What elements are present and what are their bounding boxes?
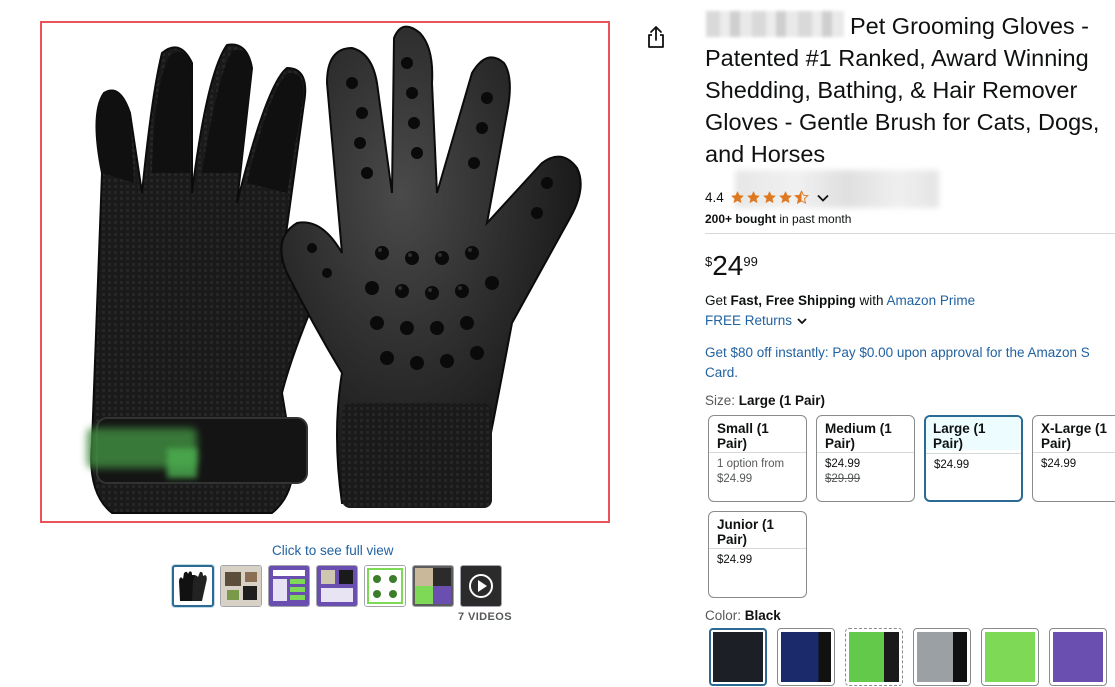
size-label: Size: Large (1 Pair) (705, 393, 825, 408)
size-option-name: Medium (1 Pair) (825, 421, 892, 451)
size-option-medium[interactable]: Medium (1 Pair) $24.99 $29.99 (816, 415, 915, 502)
share-icon[interactable] (644, 24, 668, 50)
chevron-down-icon[interactable] (816, 191, 830, 205)
size-option-large[interactable]: Large (1 Pair) $24.99 (924, 415, 1023, 502)
star-icon (730, 191, 744, 204)
size-option-small[interactable]: Small (1 Pair) 1 option from $24.99 (708, 415, 807, 502)
amazon-prime-link[interactable]: Amazon Prime (887, 293, 976, 308)
size-option-name: Large (1 Pair) (926, 417, 1021, 451)
size-option-name: Small (1 Pair) (717, 421, 769, 451)
bought-in-past-month: 200+ bought in past month (705, 212, 851, 226)
shipping-info: Get Fast, Free Shipping with Amazon Prim… (705, 293, 975, 308)
color-swatch-black[interactable] (709, 628, 767, 686)
free-returns-label: FREE Returns (705, 313, 793, 328)
shipping-prefix: Get (705, 293, 731, 308)
thumbnail-size-chart[interactable] (268, 565, 310, 607)
size-option-list-price: $29.99 (825, 473, 861, 485)
selected-color: Black (744, 608, 781, 623)
price-fraction: 99 (743, 254, 758, 269)
free-returns-link[interactable]: FREE Returns (705, 313, 808, 328)
size-option-name: X-Large (1 Pair) (1041, 421, 1108, 451)
size-option-price: $24.99 (825, 458, 861, 470)
size-option-price: $24.99 (934, 459, 970, 471)
color-label: Color: Black (705, 608, 781, 623)
color-swatch-purple[interactable] (1049, 628, 1107, 686)
price: $ 24 99 (705, 249, 758, 283)
selected-size: Large (1 Pair) (738, 393, 826, 408)
size-option-price: $24.99 (1041, 458, 1077, 470)
size-label-prefix: Size: (705, 393, 739, 408)
size-option-price: $24.99 (717, 554, 753, 566)
thumbnail-glove-photo[interactable] (172, 565, 214, 607)
color-swatch-gray[interactable] (913, 628, 971, 686)
color-swatch-green-black[interactable] (845, 628, 903, 686)
videos-count-label: 7 VIDEOS (458, 611, 512, 623)
size-option-name: Junior (1 Pair) (717, 517, 775, 547)
thumbnail-lifestyle[interactable] (220, 565, 262, 607)
half-star-icon (793, 190, 809, 205)
color-swatch-navy[interactable] (777, 628, 835, 686)
promo-line-2: Card. (705, 365, 739, 380)
grooming-gloves-illustration (87, 25, 582, 514)
thumbnail-video[interactable] (460, 565, 502, 607)
size-option-junior[interactable]: Junior (1 Pair) $24.99 (708, 511, 807, 598)
product-title-text: Pet Grooming Gloves - Patented #1 Ranked… (705, 13, 1100, 167)
price-symbol: $ (705, 254, 713, 269)
bought-count: 200+ bought (705, 212, 777, 226)
product-title: Pet Grooming Gloves - Patented #1 Ranked… (705, 10, 1115, 170)
color-swatch-lime[interactable] (981, 628, 1039, 686)
divider (705, 233, 1115, 234)
size-option-availability: 1 option from (717, 458, 785, 470)
promo-line-1: Get $80 off instantly: Pay $0.00 upon ap… (705, 345, 1090, 360)
star-rating[interactable] (730, 190, 809, 205)
thumbnail-usage[interactable] (412, 565, 454, 607)
star-icon (746, 191, 760, 204)
main-product-image[interactable] (40, 21, 610, 523)
rating-value: 4.4 (705, 190, 724, 205)
shipping-with: with (855, 293, 887, 308)
thumbnail-benefits[interactable] (364, 565, 406, 607)
price-whole: 24 (712, 250, 744, 281)
rating-row[interactable]: 4.4 (705, 190, 830, 205)
credit-card-promo-link[interactable]: Get $80 off instantly: Pay $0.00 upon ap… (705, 343, 1115, 383)
thumbnail-features[interactable] (316, 565, 358, 607)
size-option-x-large[interactable]: X-Large (1 Pair) $24.99 (1032, 415, 1115, 502)
star-icon (778, 191, 792, 204)
see-full-view-link[interactable]: Click to see full view (272, 543, 394, 558)
chevron-down-icon (797, 317, 807, 324)
fast-free-shipping: Fast, Free Shipping (730, 293, 856, 308)
bought-suffix: in past month (776, 212, 852, 226)
size-option-price: $24.99 (717, 473, 753, 485)
star-icon (762, 191, 776, 204)
color-label-prefix: Color: (705, 608, 745, 623)
